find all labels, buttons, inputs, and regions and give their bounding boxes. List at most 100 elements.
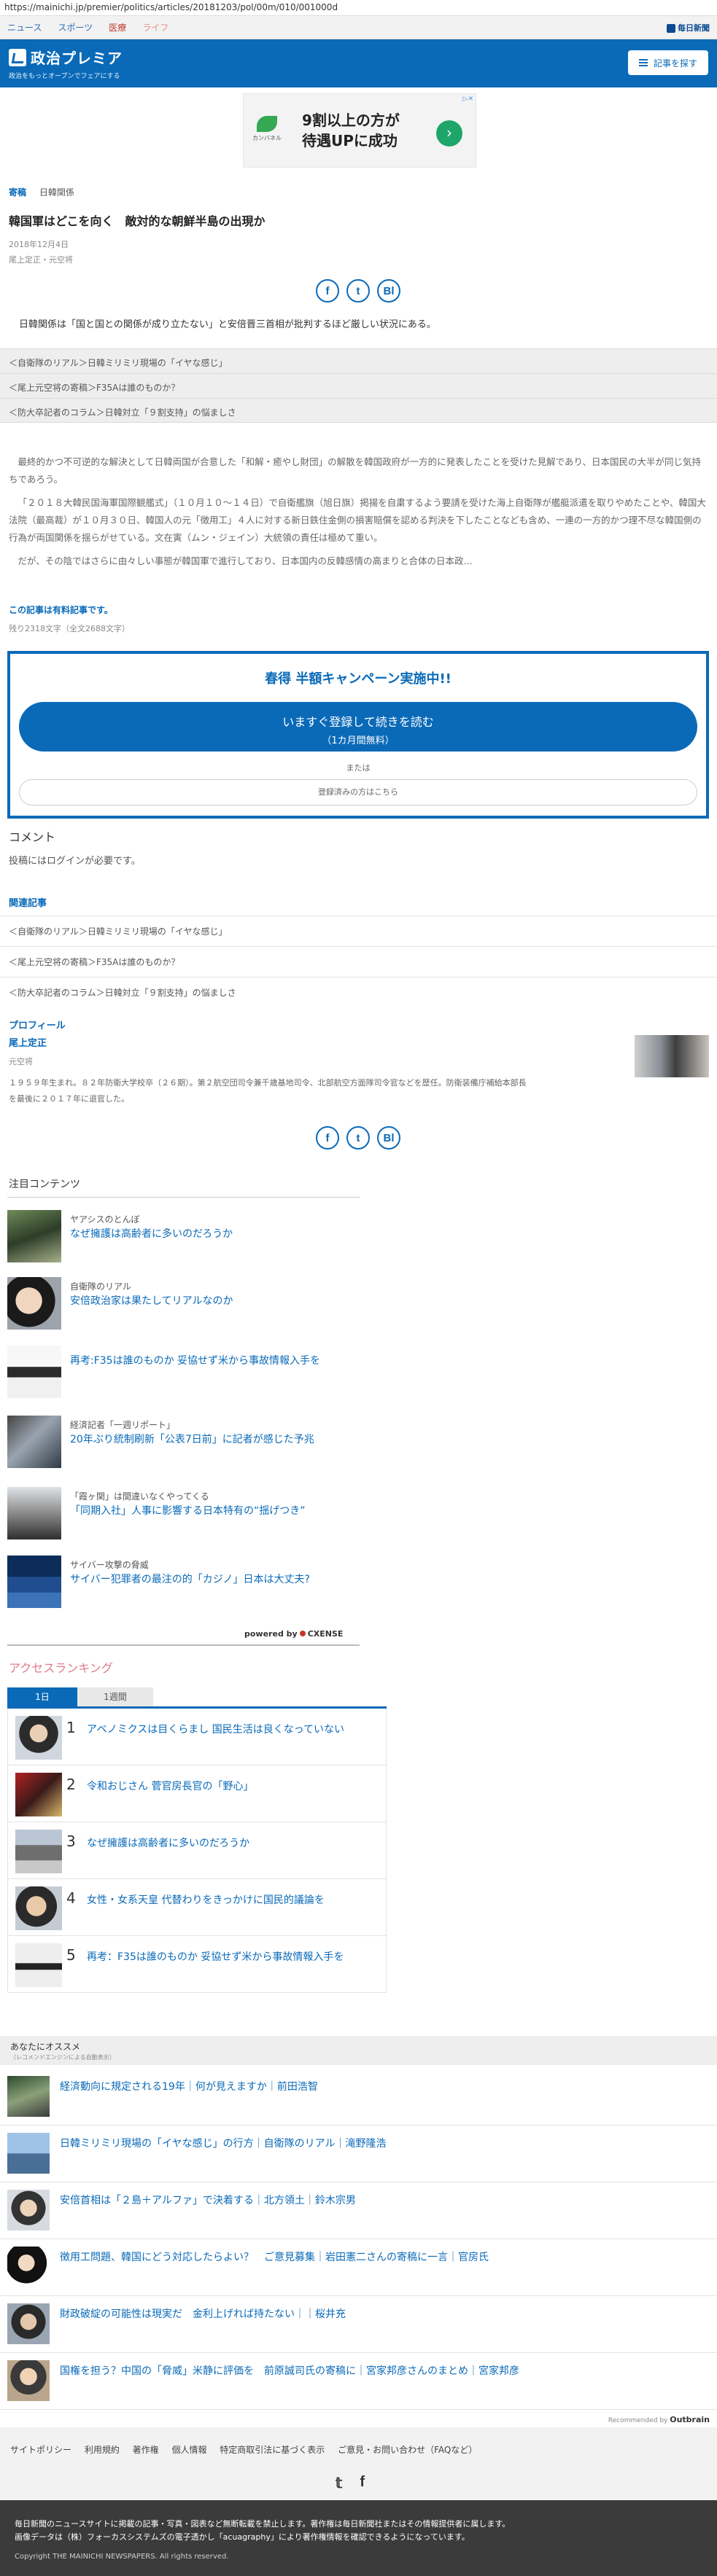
divider [7, 1197, 360, 1198]
attention-item[interactable]: 自衛隊のリアル 安倍政治家は果たしてリアルなのか [7, 1277, 360, 1332]
twitter-share-icon[interactable]: t [346, 1126, 370, 1150]
article-title: 韓国軍はどこを向く 敵対的な朝鮮半島の出現か [9, 214, 266, 228]
attention-thumbnail [7, 1346, 61, 1398]
copyright-notice: 毎日新聞のニュースサイトに掲載の記事・写真・図表など無断転載を禁止します。著作権… [15, 2519, 511, 2529]
attention-item[interactable]: 「霞ヶ関」は間違いなくやってくる 「同期入社」人事に影響する日本特有の“揺げつき… [7, 1487, 360, 1542]
attention-heading: 注目コンテンツ [9, 1179, 80, 1190]
address-bar[interactable]: https://mainichi.jp/premier/politics/art… [0, 0, 717, 16]
top-nav: ニュース スポーツ 医療 ライフ 毎日新聞 [0, 16, 717, 39]
tab-weekly[interactable]: 1週間 [77, 1687, 153, 1706]
twitter-share-icon[interactable]: t [346, 279, 370, 303]
share-buttons-bottom: f t Bl [316, 1126, 408, 1150]
ranking-thumbnail [15, 1773, 62, 1816]
bi-share-icon[interactable]: Bl [377, 279, 400, 303]
series-link[interactable]: ＜防大卒記者のコラム＞日韓対立「９割支持」の悩ましさ [0, 398, 717, 423]
recommend-thumbnail [7, 2247, 50, 2287]
profile-bio: １９５９年生まれ。８２年防衛大学校卒（２６期）。第２航空団司令兼千歳基地司令、北… [9, 1078, 527, 1104]
menu-icon [638, 59, 648, 66]
profile-title: 元空将 [9, 1057, 33, 1066]
recommend-item[interactable]: 国権を担う？中国の「脅威」米静に評価を 前原誠司氏の寄稿に｜宮家邦彦さんのまとめ… [0, 2353, 717, 2410]
article-lede: 日韓関係は「国と国との関係が成り立たない」と安倍晋三首相が批判するほど厳しい状況… [19, 319, 436, 330]
ranking-item[interactable]: 3 なぜ擁護は高齢者に多いのだろうか [7, 1822, 387, 1879]
attention-item[interactable]: 再考:F35は誰のものか 妥協せず米から事故情報入手を [7, 1346, 360, 1401]
facebook-icon[interactable]: f [360, 2474, 365, 2492]
attention-thumbnail [7, 1416, 61, 1468]
recommend-item[interactable]: 安倍首相は「２島＋アルファ」で決着する｜北方領土｜鈴木宗男 [0, 2182, 717, 2239]
author-photo [635, 1035, 709, 1077]
recommend-item[interactable]: 徴用工問題、韓国にどう対応したらよい？ ご意見募集｜岩田憲二さんの寄稿に一言｜官… [0, 2239, 717, 2296]
article-paragraph: 「２０１８大韓民国海軍国際観艦式」（１０月１０～１４日）で自衛艦旗（旭日旗）掲揚… [9, 497, 706, 543]
mainichi-mark-icon [667, 24, 675, 33]
site-tagline: 政治をもっとオープンでフェアにする [9, 73, 120, 80]
ranking-item[interactable]: 1 アベノミクスは目くらまし 国民生活は良くなっていない [7, 1709, 387, 1765]
footer-link-list[interactable]: サイトポリシー 利用規約 著作権 個人情報 特定商取引法に基づく表示 ご意見・お… [10, 2443, 477, 2456]
facebook-share-icon[interactable]: f [316, 279, 339, 303]
recommended-by-outbrain[interactable]: Recommended by Outbrain [608, 2415, 710, 2424]
recommend-item[interactable]: 経済動向に規定される19年｜何が見えますか｜前田浩智 [0, 2069, 717, 2126]
login-button[interactable]: 登録済みの方はこちら [19, 779, 697, 805]
mainichi-logo[interactable]: 毎日新聞 [667, 22, 710, 34]
watermark-notice: 画像データは（株）フォーカスシステムズの電子透かし「acuagraphy」により… [15, 2532, 470, 2542]
ranking-heading: アクセスランキング [9, 1661, 113, 1675]
nav-sports[interactable]: スポーツ [58, 21, 93, 34]
ranking-item[interactable]: 4 女性・女系天皇 代替わりをきっかけに国民的議論を [7, 1879, 387, 1936]
recommend-thumbnail [7, 2360, 50, 2401]
attention-thumbnail [7, 1210, 61, 1262]
powered-by-cxense[interactable]: powered by CXENSE [244, 1629, 343, 1639]
attention-thumbnail [7, 1277, 61, 1330]
series-links: ＜自衛隊のリアル＞日韓ミリミリ現場の「イヤな感じ」 ＜尾上元空将の寄稿＞F35A… [0, 348, 717, 423]
breadcrumb-series[interactable]: 寄稿 [9, 187, 26, 198]
nav-life[interactable]: ライフ [142, 21, 168, 34]
attention-item[interactable]: 経済記者「一週リポート」 20年ぶり統制刷新「公表7日前」に記者が感じた予兆 [7, 1416, 360, 1471]
brand-logo-icon [9, 48, 26, 66]
related-link[interactable]: ＜尾上元空将の寄稿＞F35Aは誰のものか？ [0, 946, 717, 977]
divider [7, 1644, 360, 1646]
recommend-item[interactable]: 財政破綻の可能性は現実だ 金利上げれば持たない｜｜桜井充 [0, 2296, 717, 2353]
bi-share-icon[interactable]: Bl [377, 1126, 400, 1150]
remaining-chars: 残り2318文字（全文2688文字） [9, 624, 130, 633]
nav-news[interactable]: ニュース [7, 21, 42, 34]
twitter-icon[interactable]: 𝕥 [336, 2474, 342, 2492]
ranking-item[interactable]: 5 再考：F35は誰のものか 妥協せず米から事故情報入手を [7, 1936, 387, 1993]
search-articles-button[interactable]: 記事を探す [628, 50, 708, 75]
facebook-share-icon[interactable]: f [316, 1126, 339, 1150]
ranking-thumbnail [15, 1886, 62, 1930]
article-paragraph: 最終的かつ不可逆的な解決として日韓両国が合意した「和解・癒やし財団」の解散を韓国… [9, 456, 702, 485]
series-link[interactable]: ＜尾上元空将の寄稿＞F35Aは誰のものか？ [0, 373, 717, 398]
attention-item[interactable]: サイバー攻撃の脅威 サイバー犯罪者の最注の的「カジノ」日本は大丈夫? [7, 1556, 360, 1611]
profile-name[interactable]: 尾上定正 [9, 1035, 47, 1049]
breadcrumb: 寄稿 日韓関係 [9, 186, 74, 198]
article-author: 尾上定正・元空将 [9, 255, 73, 265]
ranking-thumbnail [15, 1830, 62, 1873]
recommend-heading: あなたにオススメ [10, 2042, 81, 2052]
ranking-item[interactable]: 2 令和おじさん 菅官房長官の「野心」 [7, 1765, 387, 1822]
article-paragraph: だが、その陰ではさらに由々しい事態が韓国軍で進行しており、日本国内の反韓感情の高… [18, 555, 473, 566]
related-link[interactable]: ＜自衛隊のリアル＞日韓ミリミリ現場の「イヤな感じ」 [0, 916, 717, 946]
article-body: 最終的かつ不可逆的な解決として日韓両国が合意した「和解・癒やし財団」の解散を韓国… [9, 453, 709, 576]
subscribe-button[interactable]: いますぐ登録して続きを読む （1カ月間無料） [19, 702, 697, 752]
tab-daily[interactable]: 1日 [7, 1687, 77, 1706]
site-title: 政治プレミア [31, 50, 123, 67]
related-link[interactable]: ＜防大卒記者のコラム＞日韓対立「９割支持」の悩ましさ [0, 977, 717, 1007]
share-buttons: f t Bl [316, 279, 408, 303]
comments-login-note: 投稿にはログインが必要です。 [9, 856, 141, 867]
attention-item[interactable]: ヤアシスのとんぼ なぜ擁護は高齢者に多いのだろうか [7, 1210, 360, 1265]
paid-article-note: この記事は有料記事です。 [9, 605, 113, 615]
recommend-thumbnail [7, 2303, 50, 2344]
rank-number: 3 [66, 1833, 76, 1850]
footer-links: サイトポリシー 利用規約 著作権 個人情報 特定商取引法に基づく表示 ご意見・お… [0, 2427, 717, 2500]
breadcrumb-category[interactable]: 日韓関係 [39, 187, 74, 198]
nav-medical[interactable]: 医療 [109, 21, 126, 34]
series-link[interactable]: ＜自衛隊のリアル＞日韓ミリミリ現場の「イヤな感じ」 [0, 348, 717, 373]
recommend-item[interactable]: 日韓ミリミリ現場の「イヤな感じ」の行方｜自衛隊のリアル｜滝野隆浩 [0, 2126, 717, 2182]
footer-notice: 毎日新聞のニュースサイトに掲載の記事・写真・図表など無断転載を禁止します。著作権… [0, 2500, 717, 2576]
profile-heading: プロフィール [9, 1020, 66, 1031]
campaign-title: 春得 半額キャンペーン実施中!! [265, 671, 451, 687]
rank-number: 2 [66, 1776, 76, 1793]
ad-close-icon[interactable]: ▷✕ [463, 95, 473, 103]
cxense-logo-icon [299, 1631, 306, 1636]
ad-banner[interactable]: ▷✕ カンバネル 9割以上の方が 待遇UPに成功 › [243, 93, 476, 168]
site-brand[interactable]: 政治プレミア 政治をもっとオープンでフェアにする [9, 47, 123, 80]
recommend-subheading: （レコメンドエンジンによる自動表示） [10, 2054, 115, 2061]
ad-arrow-icon[interactable]: › [436, 120, 462, 147]
